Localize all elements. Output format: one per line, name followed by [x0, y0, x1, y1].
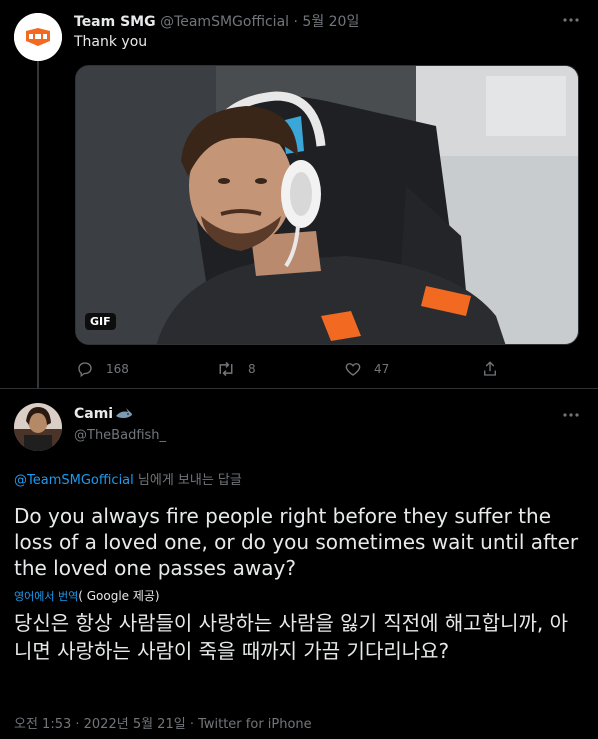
gif-badge: GIF [85, 313, 116, 330]
tweet1-more-button[interactable] [560, 11, 582, 29]
tweet1-separator: · [293, 14, 298, 30]
tweet2-author-handle[interactable]: @TheBadfish_ [74, 428, 166, 443]
retweet-count: 8 [248, 362, 256, 376]
retweet-button[interactable]: 8 [216, 360, 256, 378]
replying-to-suffix: 님에게 보내는 답글 [137, 473, 242, 488]
tweet2-author-name-row[interactable]: Cami [74, 406, 133, 422]
tweet2-timestamp[interactable]: 오전 1:53 · 2022년 5월 21일 · Twitter for iPh… [14, 713, 312, 732]
tweet2-translated-body: 당신은 항상 사람들이 사랑하는 사람을 잃기 직전에 해고합니까, 아니면 사… [14, 611, 569, 663]
tweet1-date[interactable]: 5월 20일 [302, 14, 359, 30]
replying-to-handle-link[interactable]: @TeamSMGofficial [14, 473, 134, 488]
translation-label: 영어에서 번역( Google 제공) [14, 587, 160, 604]
tweet1-author-name[interactable]: Team SMG [74, 14, 156, 30]
tweet1-text: Thank you [74, 34, 148, 50]
shark-emoji-icon [116, 408, 133, 418]
translate-source: ( Google 제공) [78, 589, 160, 603]
thread-line [37, 58, 39, 388]
reply-count: 168 [106, 362, 129, 376]
share-icon [484, 361, 496, 376]
tweet2-author-name[interactable]: Cami [74, 406, 113, 422]
like-icon [345, 363, 361, 376]
translate-from-english-link[interactable]: 영어에서 번역 [14, 590, 78, 603]
cami-avatar[interactable] [14, 403, 62, 451]
team-smg-avatar[interactable] [14, 13, 62, 61]
user-avatar-image [14, 403, 62, 451]
like-button[interactable]: 47 [344, 360, 389, 378]
more-icon [563, 18, 579, 22]
share-button[interactable] [481, 360, 511, 378]
reply-button[interactable]: 168 [76, 360, 129, 378]
team-smg-logo-icon [14, 13, 62, 61]
tweet1-author-handle[interactable]: @TeamSMGofficial [160, 14, 289, 30]
tweet2-more-button[interactable] [560, 406, 582, 424]
replying-to: @TeamSMGofficial 님에게 보내는 답글 [14, 469, 242, 488]
retweet-icon [219, 361, 233, 377]
tweet1-gif-media[interactable]: GIF [75, 65, 579, 345]
more-icon [563, 413, 579, 417]
like-count: 47 [374, 362, 390, 376]
reply-icon [78, 362, 92, 378]
tweet2-body: Do you always fire people right before t… [14, 504, 579, 580]
tweet-divider [0, 388, 598, 389]
tweet1-header: Team SMG @TeamSMGofficial · 5월 20일 [74, 11, 359, 31]
gif-frame-image [76, 66, 578, 344]
